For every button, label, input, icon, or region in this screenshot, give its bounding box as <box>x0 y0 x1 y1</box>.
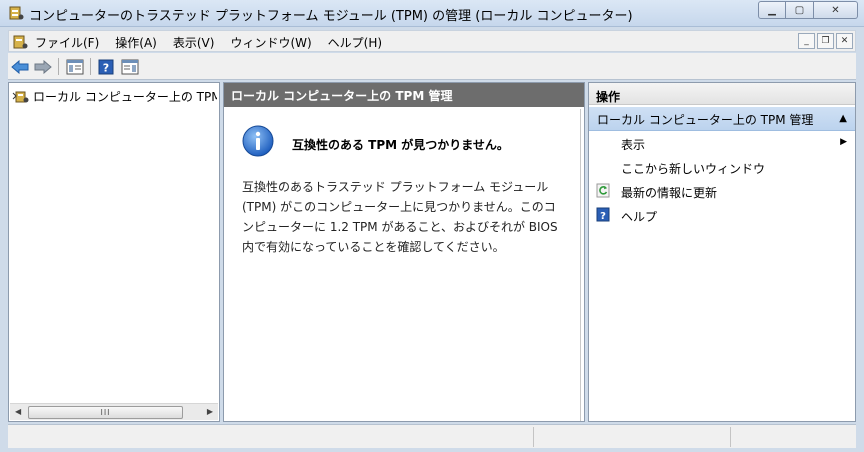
tree-item-label: ローカル コンピューター上の TPM <box>33 90 217 104</box>
window-controls: ▁ ▢ ✕ <box>758 1 858 19</box>
menu-file[interactable]: ファイル(F) <box>35 34 107 51</box>
maximize-icon: ▢ <box>794 4 805 16</box>
close-icon: ✕ <box>831 4 840 16</box>
title-bar: コンピューターのトラステッド プラットフォーム モジュール (TPM) の管理 … <box>0 0 864 27</box>
horizontal-scrollbar[interactable]: ◀ III ▶ <box>10 403 218 420</box>
message-headline: 互換性のある TPM が見つかりません。 <box>292 138 509 152</box>
tpm-console-icon <box>9 6 24 20</box>
menu-action[interactable]: 操作(A) <box>115 34 165 51</box>
back-button[interactable] <box>10 57 30 76</box>
action-label: 最新の情報に更新 <box>621 186 718 200</box>
action-new-window[interactable]: ここから新しいウィンドウ <box>589 155 855 179</box>
show-hide-console-tree-icon <box>66 59 84 74</box>
actions-section-title: ローカル コンピューター上の TPM 管理 <box>597 113 814 127</box>
document-window-icon[interactable] <box>12 34 28 50</box>
status-segment <box>730 427 731 447</box>
toolbar: ? <box>8 53 856 80</box>
maximize-button[interactable]: ▢ <box>786 1 814 19</box>
forward-button[interactable] <box>33 57 53 76</box>
actions-pane: 操作 ローカル コンピューター上の TPM 管理 ▲ 表示 ▶ ここから新しいウ… <box>588 82 856 422</box>
actions-header: 操作 <box>589 83 855 105</box>
tree-item-tpm[interactable]: ローカル コンピューター上の TPM <box>12 88 217 105</box>
close-icon: ✕ <box>840 36 849 46</box>
minimize-icon: ▁ <box>768 4 776 16</box>
child-window-controls: _ ❐ ✕ <box>798 33 853 49</box>
svg-text:?: ? <box>103 61 109 74</box>
minimize-icon: _ <box>804 36 809 46</box>
window-title: コンピューターのトラステッド プラットフォーム モジュール (TPM) の管理 … <box>29 9 633 24</box>
scroll-right-icon[interactable]: ▶ <box>207 407 213 416</box>
result-pane-header: ローカル コンピューター上の TPM 管理 <box>224 83 584 107</box>
menu-view[interactable]: 表示(V) <box>173 34 223 51</box>
action-label: ヘルプ <box>621 210 658 224</box>
minimize-button[interactable]: ▁ <box>758 1 786 19</box>
close-button[interactable]: ✕ <box>814 1 858 19</box>
svg-text:?: ? <box>600 211 606 222</box>
menu-bar: ファイル(F) 操作(A) 表示(V) ウィンドウ(W) ヘルプ(H) _ ❐ … <box>8 30 856 52</box>
status-bar <box>8 424 856 448</box>
child-restore-button[interactable]: ❐ <box>817 33 834 49</box>
result-pane: ローカル コンピューター上の TPM 管理 互換性のある TPM が見つかりませ… <box>223 82 585 422</box>
tpm-node-icon <box>12 91 29 102</box>
action-refresh[interactable]: 最新の情報に更新 <box>589 179 855 203</box>
scroll-thumb[interactable]: III <box>28 406 183 419</box>
refresh-icon <box>596 183 610 198</box>
collapse-up-icon[interactable]: ▲ <box>839 113 847 124</box>
message-body: 互換性のあるトラステッド プラットフォーム モジュール (TPM) がこのコンピ… <box>242 180 558 254</box>
forward-arrow-icon <box>34 59 52 74</box>
show-hide-console-tree-button[interactable] <box>65 57 85 76</box>
toolbar-separator <box>90 58 91 75</box>
help-icon: ? <box>596 207 610 222</box>
grip-icon: III <box>100 408 111 417</box>
status-segment <box>533 427 534 447</box>
child-minimize-button[interactable]: _ <box>798 33 815 49</box>
menu-help[interactable]: ヘルプ(H) <box>328 34 390 51</box>
show-hide-action-pane-icon <box>121 59 139 74</box>
help-icon: ? <box>98 59 114 74</box>
back-arrow-icon <box>11 59 29 74</box>
show-hide-action-pane-button[interactable] <box>120 57 140 76</box>
message-panel: 互換性のある TPM が見つかりません。 互換性のあるトラステッド プラットフォ… <box>225 109 581 421</box>
toolbar-separator <box>58 58 59 75</box>
help-button[interactable]: ? <box>96 57 116 76</box>
action-help[interactable]: ? ヘルプ <box>589 203 855 227</box>
child-close-button[interactable]: ✕ <box>836 33 853 49</box>
information-icon <box>242 125 274 157</box>
menu-window[interactable]: ウィンドウ(W) <box>230 34 319 51</box>
action-view[interactable]: 表示 ▶ <box>589 131 855 155</box>
actions-section-header[interactable]: ローカル コンピューター上の TPM 管理 ▲ <box>589 107 855 131</box>
console-tree-pane: ローカル コンピューター上の TPM ◀ III ▶ <box>8 82 220 422</box>
action-label: ここから新しいウィンドウ <box>621 162 766 176</box>
action-label: 表示 <box>621 138 646 152</box>
scroll-left-icon[interactable]: ◀ <box>15 407 21 416</box>
submenu-arrow-icon: ▶ <box>840 137 847 147</box>
restore-icon: ❐ <box>821 36 830 46</box>
